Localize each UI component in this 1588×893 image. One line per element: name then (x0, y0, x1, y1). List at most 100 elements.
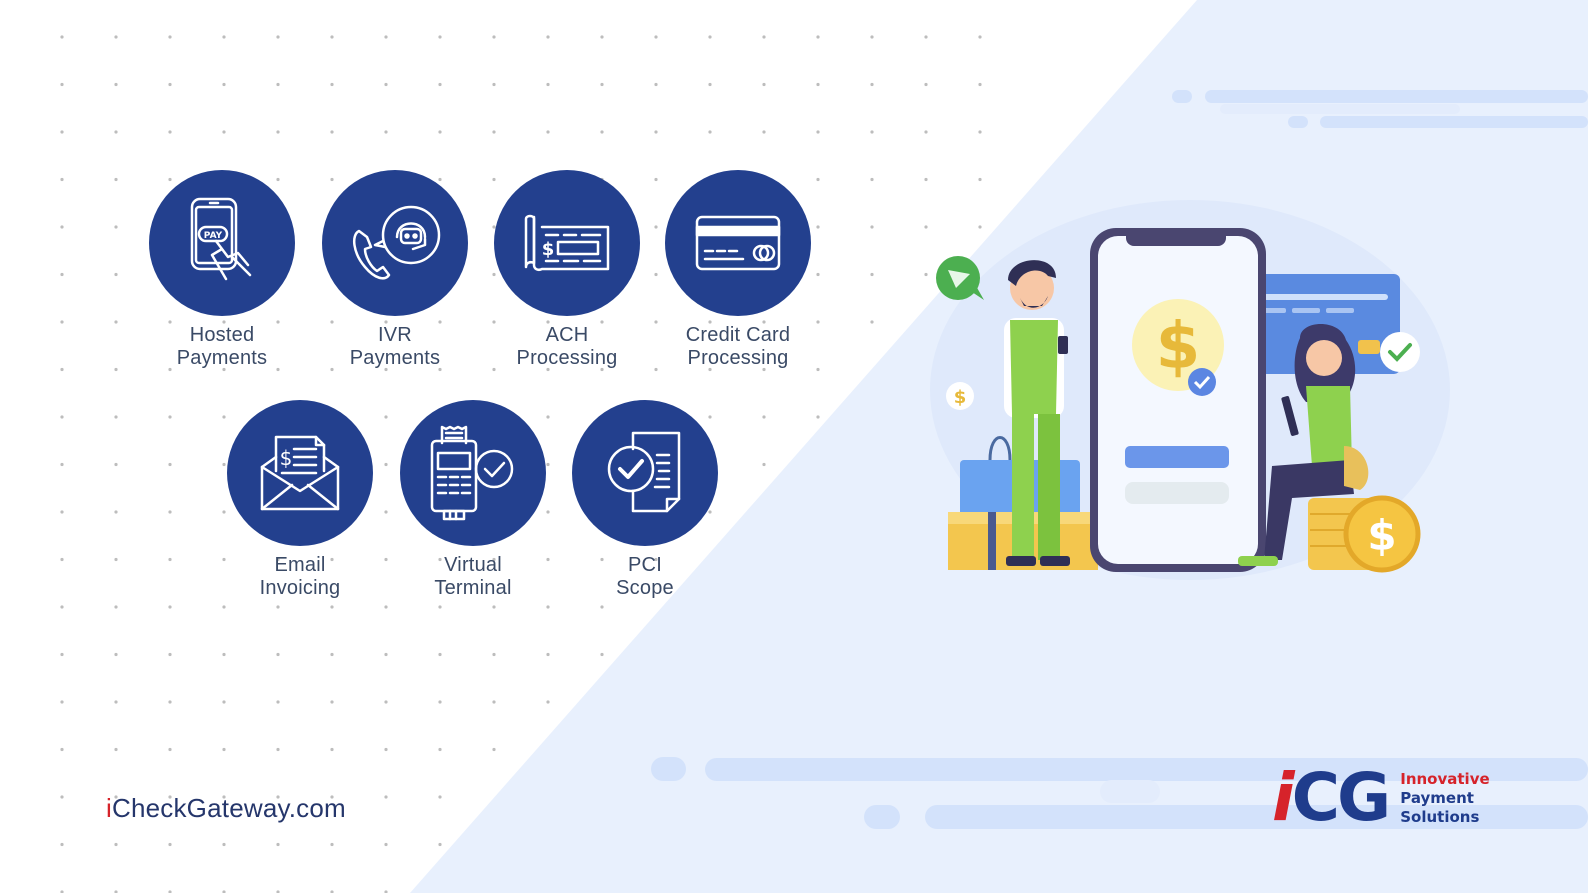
service-virtual-terminal: Virtual Terminal (383, 400, 563, 600)
grid-dot (816, 415, 820, 419)
grid-dot (762, 35, 766, 39)
service-label-line: PCI (628, 554, 662, 576)
grid-dot (114, 842, 118, 847)
grid-dot (384, 747, 388, 752)
grid-dot (546, 700, 550, 704)
grid-dot (114, 225, 118, 229)
grid-dot (60, 415, 64, 419)
service-label-line: IVR (378, 324, 412, 346)
mobile-payment-illustration: $ $ $ (930, 200, 1450, 580)
grid-dot (60, 557, 64, 562)
grid-dot (708, 82, 712, 87)
send-chat-bubble (936, 256, 984, 300)
grid-dot (870, 320, 874, 324)
grid-dot (762, 82, 766, 87)
grid-dot (330, 700, 334, 704)
grid-dot (492, 82, 496, 87)
grid-dot (600, 82, 604, 87)
grid-dot (114, 177, 118, 182)
grid-dot (330, 605, 334, 609)
grid-dot (114, 652, 118, 657)
grid-dot (60, 700, 64, 704)
grid-dot (492, 605, 496, 609)
decor-pill (1172, 90, 1192, 103)
grid-dot (168, 842, 172, 847)
grid-dot (114, 510, 118, 514)
service-label-line: Payments (176, 347, 268, 369)
svg-text:$: $ (280, 446, 293, 470)
grid-dot (330, 842, 334, 847)
service-label: Hosted Payments (132, 324, 312, 370)
grid-dot (438, 605, 442, 609)
service-icon-circle: PAY (149, 170, 295, 316)
grid-dot (384, 795, 388, 799)
grid-dot (816, 35, 820, 39)
grid-dot (708, 35, 712, 39)
grid-dot (384, 82, 388, 87)
service-label-line: Virtual (444, 554, 502, 576)
service-label-line: Hosted (189, 324, 255, 346)
dollar-chip: $ (946, 382, 974, 410)
website-link[interactable]: iCheckGateway.com (106, 793, 346, 824)
grid-dot (438, 700, 442, 704)
grid-dot (600, 130, 604, 134)
grid-dot (60, 462, 64, 467)
grid-dot (654, 130, 658, 134)
grid-dot (600, 35, 604, 39)
grid-dot (276, 82, 280, 87)
svg-text:$: $ (542, 239, 555, 260)
phone-check-badge (1188, 368, 1216, 396)
grid-dot (384, 700, 388, 704)
grid-dot (60, 272, 64, 277)
grid-dot (60, 652, 64, 657)
grid-dot (222, 747, 226, 752)
grid-dot (546, 82, 550, 87)
grid-dot (114, 367, 118, 372)
service-icon-circle (322, 170, 468, 316)
check-document-icon: $ (524, 214, 610, 272)
grid-dot (114, 82, 118, 87)
grid-dot (978, 82, 982, 87)
grid-dot (168, 557, 172, 562)
grid-dot (114, 747, 118, 752)
grid-dot (492, 747, 496, 752)
grid-dot (816, 82, 820, 87)
service-hosted-payments: PAY Hosted Payments (132, 170, 312, 370)
logo-tagline-line: Solutions (1400, 807, 1480, 826)
grid-dot (60, 177, 64, 182)
grid-dot (222, 700, 226, 704)
service-label: Email Invoicing (210, 554, 390, 600)
grid-dot (168, 130, 172, 134)
logo-mark: iCG (1272, 765, 1391, 831)
check-chat-bubble (1380, 332, 1420, 372)
grid-dot (60, 795, 64, 799)
grid-dot (114, 35, 118, 39)
service-label-line: Payments (349, 347, 441, 369)
grid-dot (114, 130, 118, 134)
grid-dot (60, 605, 64, 609)
service-label: IVR Payments (305, 324, 485, 370)
service-icon-circle: $ (227, 400, 373, 546)
grid-dot (222, 842, 226, 847)
grid-dot (438, 652, 442, 657)
grid-dot (276, 35, 280, 39)
grid-dot (114, 415, 118, 419)
grid-dot (546, 130, 550, 134)
grid-dot (762, 130, 766, 134)
grid-dot (384, 35, 388, 39)
decor-pill (864, 805, 900, 829)
email-invoice-icon: $ (260, 435, 340, 511)
grid-dot (384, 130, 388, 134)
grid-dot (924, 35, 928, 39)
grid-dot (60, 320, 64, 324)
grid-dot (600, 652, 604, 657)
grid-dot (114, 272, 118, 277)
grid-dot (114, 700, 118, 704)
service-credit-card-processing: Credit Card Processing (648, 170, 828, 370)
logo-tagline-line: Innovative (1400, 769, 1490, 788)
grid-dot (276, 605, 280, 609)
service-label-line: Email (274, 554, 326, 576)
grid-dot (60, 35, 64, 39)
service-icon-circle (400, 400, 546, 546)
grid-dot (870, 225, 874, 229)
